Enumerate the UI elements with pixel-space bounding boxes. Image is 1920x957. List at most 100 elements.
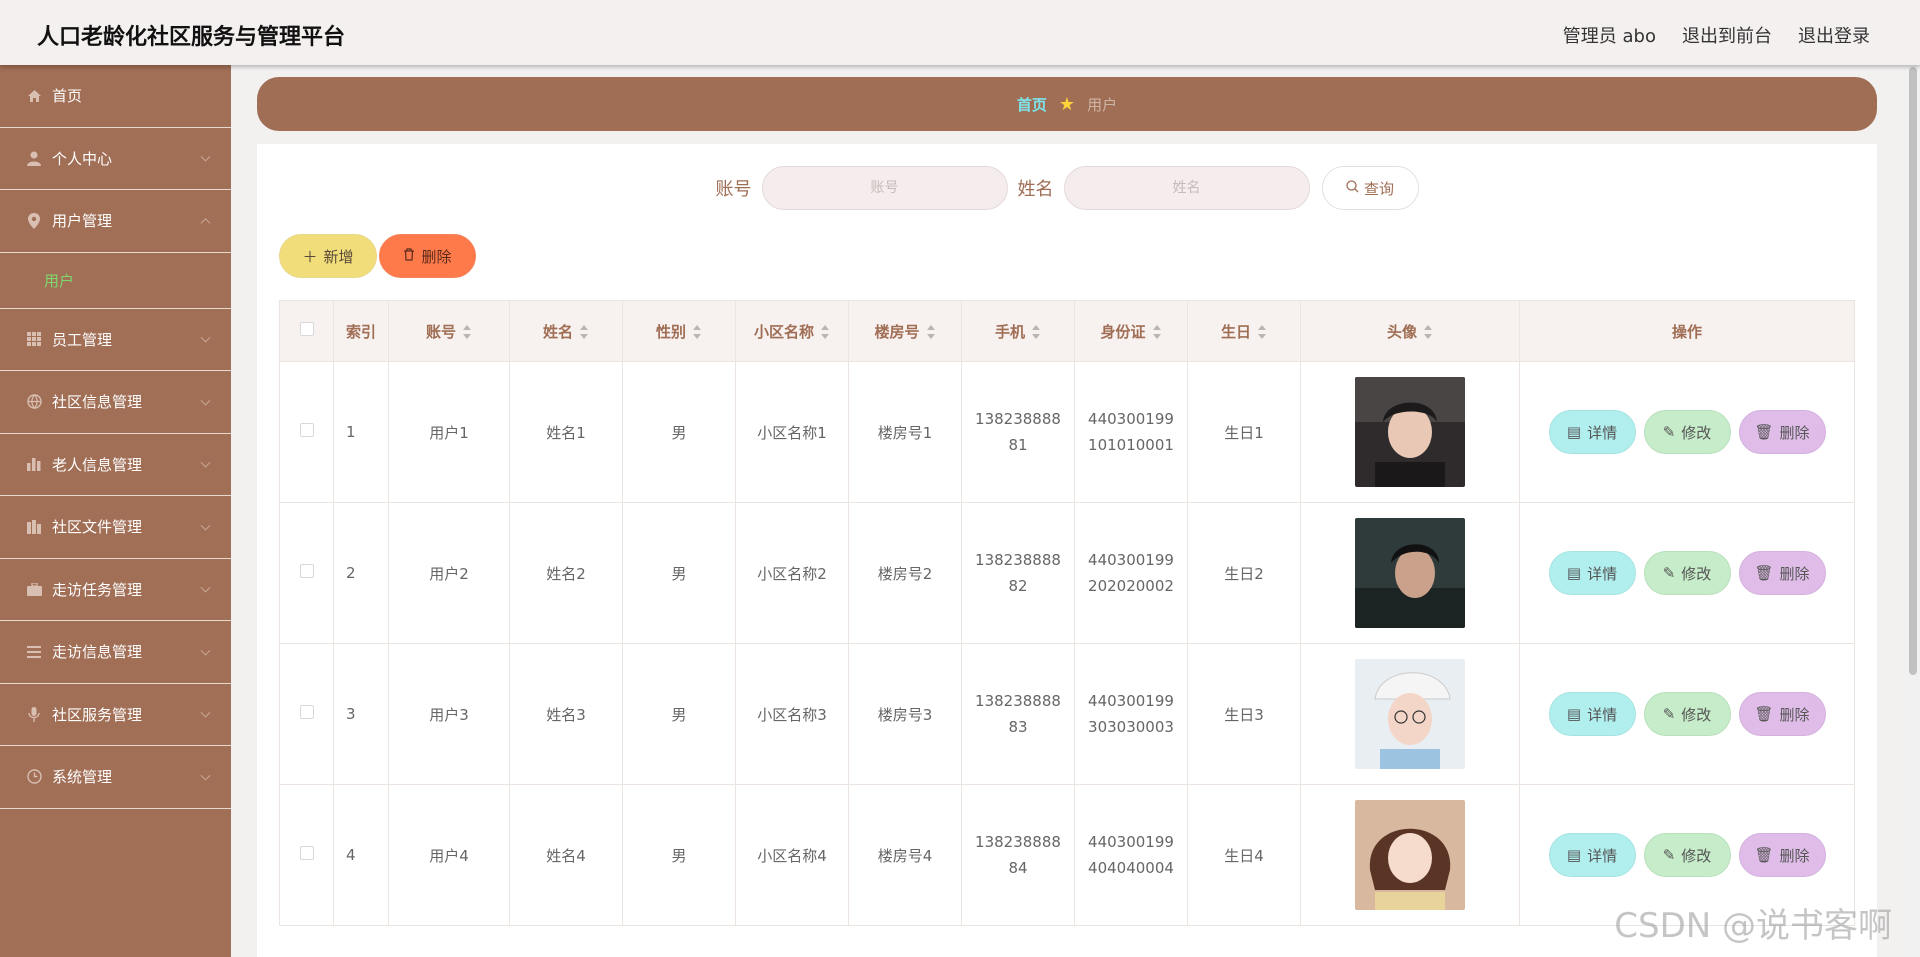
- column-header-name[interactable]: 姓名: [509, 300, 623, 362]
- admin-user-label[interactable]: 管理员 abo: [1563, 22, 1656, 48]
- table-row: 2 用户2 姓名2 男 小区名称2 楼房号2 13823888882 44030…: [279, 502, 1855, 644]
- delete-button[interactable]: 🗑 删除: [1738, 410, 1826, 454]
- exit-to-front-link[interactable]: 退出到前台: [1682, 22, 1772, 48]
- delete-button[interactable]: 🗑 删除: [1738, 692, 1826, 736]
- select-all-checkbox[interactable]: [299, 322, 314, 336]
- query-button[interactable]: 查询: [1321, 166, 1419, 210]
- trash-icon: [403, 247, 415, 265]
- row-checkbox[interactable]: [299, 846, 314, 860]
- sidebar-item-community-info[interactable]: 社区信息管理: [0, 371, 231, 434]
- sidebar-item-community-services[interactable]: 社区服务管理: [0, 684, 231, 746]
- sort-icon[interactable]: [1031, 325, 1041, 339]
- sidebar-item-personal-center[interactable]: 个人中心: [0, 128, 231, 190]
- cell-birthday: 生日4: [1187, 784, 1301, 926]
- cell-avatar: [1300, 502, 1520, 644]
- cell-name: 姓名3: [509, 643, 623, 785]
- sidebar-subitem-users[interactable]: 用户: [0, 253, 231, 309]
- sort-icon[interactable]: [926, 325, 936, 339]
- name-search-input[interactable]: [1063, 166, 1310, 210]
- sort-icon[interactable]: [579, 325, 589, 339]
- table-row: 3 用户3 姓名3 男 小区名称3 楼房号3 13823888883 44030…: [279, 643, 1855, 785]
- column-header-community[interactable]: 小区名称: [735, 300, 849, 362]
- sidebar-item-label: 员工管理: [52, 330, 113, 349]
- sidebar-item-elderly-info[interactable]: 老人信息管理: [0, 434, 231, 496]
- column-header-building[interactable]: 楼房号: [848, 300, 962, 362]
- chevron-down-icon: [200, 457, 211, 468]
- sidebar-item-label: 社区服务管理: [52, 705, 143, 724]
- add-button[interactable]: ＋ 新增: [279, 234, 377, 278]
- scrollbar-thumb[interactable]: [1909, 67, 1917, 675]
- cell-building: 楼房号4: [848, 784, 962, 926]
- cell-name: 姓名4: [509, 784, 623, 926]
- edit-button[interactable]: ✎ 修改: [1643, 833, 1731, 877]
- row-select-cell: [279, 784, 334, 926]
- column-header-account[interactable]: 账号: [388, 300, 510, 362]
- select-all-cell: [279, 300, 334, 362]
- sort-icon[interactable]: [692, 325, 702, 339]
- batch-delete-button-label: 删除: [421, 247, 452, 266]
- sidebar-item-label: 系统管理: [52, 768, 113, 787]
- clock-icon: [26, 769, 42, 785]
- column-header-id-card[interactable]: 身份证: [1074, 300, 1188, 362]
- delete-button[interactable]: 🗑 删除: [1738, 551, 1826, 595]
- detail-button[interactable]: ▤ 详情: [1548, 551, 1636, 595]
- detail-button[interactable]: ▤ 详情: [1548, 833, 1636, 877]
- edit-button[interactable]: ✎ 修改: [1643, 692, 1731, 736]
- cell-account: 用户3: [388, 643, 510, 785]
- sort-icon[interactable]: [820, 325, 830, 339]
- sidebar-item-label: 社区文件管理: [52, 518, 143, 537]
- edit-button[interactable]: ✎ 修改: [1643, 410, 1731, 454]
- cell-avatar: [1300, 784, 1520, 926]
- trash-icon: 🗑: [1754, 423, 1774, 441]
- name-label: 姓名: [1017, 179, 1054, 200]
- cell-birthday: 生日2: [1187, 502, 1301, 644]
- row-checkbox[interactable]: [299, 705, 314, 719]
- sidebar-item-community-files[interactable]: 社区文件管理: [0, 496, 231, 559]
- detail-button[interactable]: ▤ 详情: [1548, 410, 1636, 454]
- location-pin-icon: [26, 212, 42, 229]
- sidebar-item-user-management[interactable]: 用户管理: [0, 190, 231, 253]
- column-header-birthday[interactable]: 生日: [1187, 300, 1301, 362]
- row-checkbox[interactable]: [299, 423, 314, 437]
- account-search-input[interactable]: [761, 166, 1008, 210]
- cell-gender: 男: [622, 643, 736, 785]
- sidebar-item-system-management[interactable]: 系统管理: [0, 746, 231, 809]
- logout-link[interactable]: 退出登录: [1798, 22, 1870, 48]
- grid-icon: [26, 331, 42, 347]
- cell-actions: ▤ 详情 ✎ 修改 🗑 删除: [1519, 361, 1855, 503]
- chevron-up-icon: [200, 217, 211, 228]
- column-header-avatar[interactable]: 头像: [1300, 300, 1520, 362]
- cell-gender: 男: [622, 784, 736, 926]
- cell-building: 楼房号3: [848, 643, 962, 785]
- page-scrollbar[interactable]: [1906, 65, 1920, 957]
- cell-actions: ▤ 详情 ✎ 修改 🗑 删除: [1519, 643, 1855, 785]
- pencil-icon: ✎: [1662, 846, 1676, 864]
- column-header-gender[interactable]: 性别: [622, 300, 736, 362]
- pencil-icon: ✎: [1662, 423, 1676, 441]
- detail-button[interactable]: ▤ 详情: [1548, 692, 1636, 736]
- sort-icon[interactable]: [1257, 325, 1267, 339]
- cell-id-card: 440300199101010001: [1074, 361, 1188, 503]
- cell-id-card: 440300199303030003: [1074, 643, 1188, 785]
- sort-icon[interactable]: [1152, 325, 1162, 339]
- cell-id-card: 440300199404040004: [1074, 784, 1188, 926]
- sidebar-item-home[interactable]: 首页: [0, 65, 231, 128]
- sidebar-item-staff-management[interactable]: 员工管理: [0, 309, 231, 371]
- delete-button[interactable]: 🗑 删除: [1738, 833, 1826, 877]
- cell-id-card: 440300199202020002: [1074, 502, 1188, 644]
- breadcrumb-home[interactable]: 首页: [1017, 94, 1047, 115]
- edit-button[interactable]: ✎ 修改: [1643, 551, 1731, 595]
- sidebar-item-label: 首页: [52, 87, 83, 106]
- sort-icon[interactable]: [1423, 325, 1433, 339]
- column-header-phone[interactable]: 手机: [961, 300, 1075, 362]
- row-checkbox[interactable]: [299, 564, 314, 578]
- chevron-down-icon: [200, 332, 211, 343]
- sidebar-item-visit-info[interactable]: 走访信息管理: [0, 621, 231, 684]
- cell-gender: 男: [622, 361, 736, 503]
- batch-delete-button[interactable]: 删除: [379, 234, 476, 278]
- sidebar-item-visit-tasks[interactable]: 走访任务管理: [0, 559, 231, 621]
- sidebar: 首页 个人中心 用户管理 用户 员工管理 社区信息管理 老人信息管理 社区文件管…: [0, 65, 231, 957]
- avatar: [1355, 659, 1465, 769]
- column-header-index: 索引: [333, 300, 389, 362]
- sort-icon[interactable]: [462, 325, 472, 339]
